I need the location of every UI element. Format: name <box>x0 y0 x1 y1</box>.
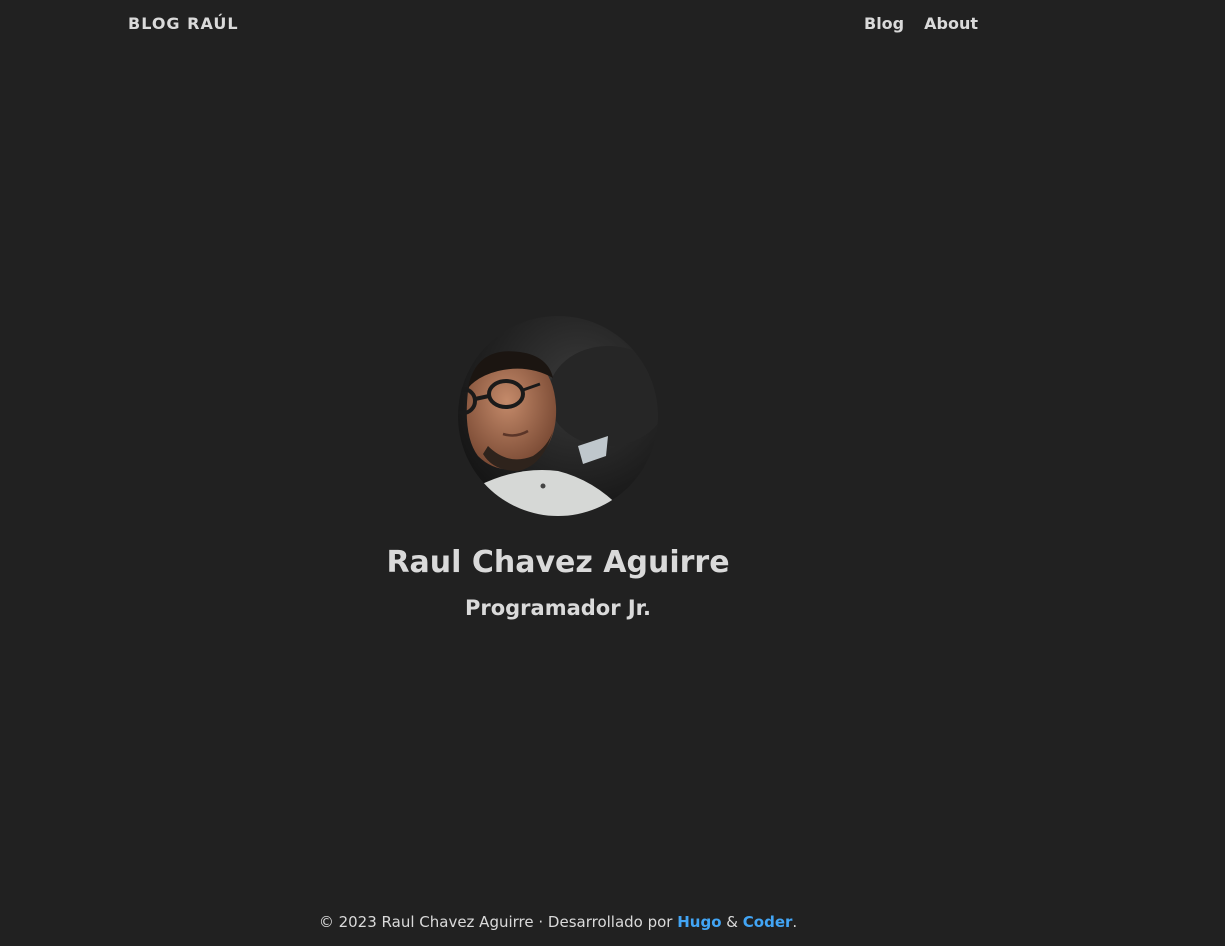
site-brand-link[interactable]: BLOG RAÚL <box>128 14 239 33</box>
avatar-photo <box>458 316 658 516</box>
footer: © 2023 Raul Chavez Aguirre · Desarrollad… <box>0 913 1116 931</box>
nav-link-about[interactable]: About <box>924 14 978 33</box>
profile-name: Raul Chavez Aguirre <box>386 545 730 580</box>
profile-role: Programador Jr. <box>464 596 652 620</box>
avatar <box>458 316 658 516</box>
coder-link[interactable]: Coder <box>743 913 793 931</box>
nav-links: Blog About <box>864 14 978 33</box>
footer-separator: & <box>721 913 743 931</box>
nav-link-blog[interactable]: Blog <box>864 14 904 33</box>
footer-copyright: © 2023 Raul Chavez Aguirre · Desarrollad… <box>318 913 678 931</box>
footer-end: . <box>792 913 798 931</box>
hugo-link[interactable]: Hugo <box>677 913 721 931</box>
navbar: BLOG RAÚL Blog About <box>0 0 1225 50</box>
